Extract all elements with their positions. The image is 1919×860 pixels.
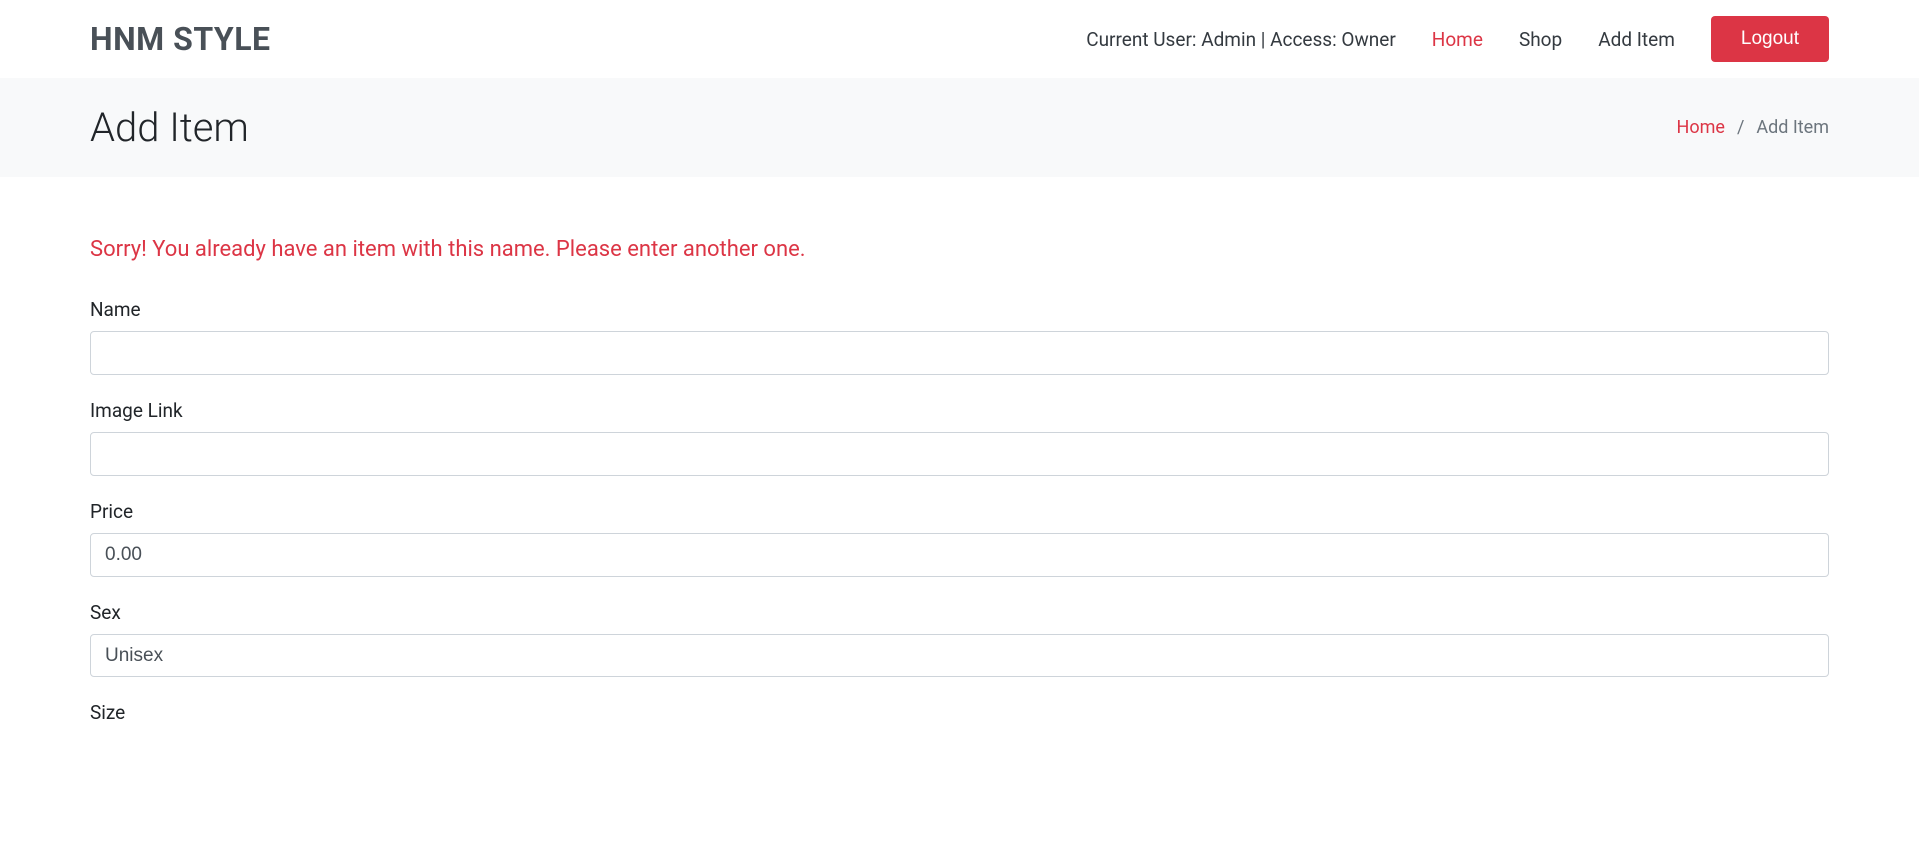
image-link-input[interactable] [90,432,1829,476]
nav-right: Current User: Admin | Access: Owner Home… [1086,16,1829,62]
form-group-size: Size [90,701,1829,724]
form-group-price: Price [90,500,1829,577]
image-link-label: Image Link [90,399,1829,422]
page-title: Add Item [90,104,249,151]
breadcrumb-section: Add Item Home / Add Item [0,78,1919,177]
nav-link-add-item[interactable]: Add Item [1598,28,1675,51]
name-input[interactable] [90,331,1829,375]
price-label: Price [90,500,1829,523]
navbar: HNM STYLE Current User: Admin | Access: … [0,0,1919,78]
error-message: Sorry! You already have an item with thi… [90,237,1829,262]
breadcrumb: Home / Add Item [1677,117,1830,138]
size-label: Size [90,701,1829,724]
content: Sorry! You already have an item with thi… [0,177,1919,788]
nav-link-shop[interactable]: Shop [1519,28,1562,51]
form-group-sex: Sex Unisex [90,601,1829,677]
brand-logo[interactable]: HNM STYLE [90,20,271,58]
sex-select[interactable]: Unisex [90,634,1829,677]
form-group-name: Name [90,298,1829,375]
nav-link-home[interactable]: Home [1432,28,1483,51]
breadcrumb-current: Add Item [1756,117,1829,138]
breadcrumb-home[interactable]: Home [1677,117,1725,138]
price-input[interactable] [90,533,1829,577]
name-label: Name [90,298,1829,321]
breadcrumb-separator: / [1737,117,1744,138]
sex-label: Sex [90,601,1829,624]
logout-button[interactable]: Logout [1711,16,1829,62]
form-group-image-link: Image Link [90,399,1829,476]
user-info: Current User: Admin | Access: Owner [1086,28,1396,51]
